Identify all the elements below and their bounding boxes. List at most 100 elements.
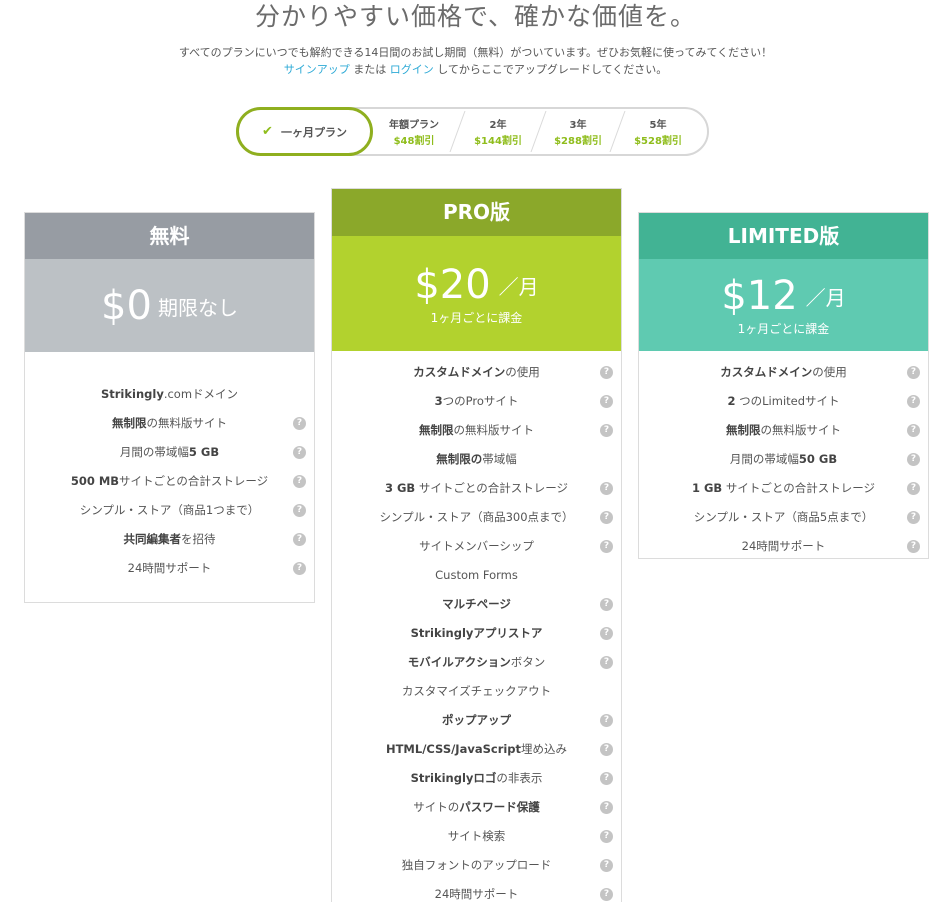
- plan-card-pro: PRO版 $20 ／月 1ヶ月ごとに課金 カスタムドメインの使用? 3つのProサイ…: [331, 188, 622, 902]
- period-option-label: 一ヶ月プラン: [280, 125, 347, 139]
- feature-row: サイトのパスワード保護?: [332, 793, 621, 822]
- feature-row: 無制限の無料版サイト?: [639, 416, 928, 445]
- help-icon[interactable]: ?: [600, 801, 613, 814]
- feature-highlight: 無制限の: [436, 452, 483, 466]
- feature-text: シンプル・ストア（商品1つまで）: [79, 503, 260, 517]
- feature-highlight: 無制限: [419, 423, 454, 437]
- feature-text: サイトの: [413, 800, 460, 814]
- feature-highlight: モバイルアクション: [407, 655, 511, 669]
- period-option-label: 2年: [489, 120, 507, 131]
- period-option-discount: $144割引: [474, 136, 522, 147]
- help-icon[interactable]: ?: [600, 743, 613, 756]
- feature-highlight: Strikinglyロゴ: [410, 771, 497, 785]
- help-icon[interactable]: ?: [293, 417, 306, 430]
- plan-name: LIMITED版: [639, 213, 928, 259]
- help-icon[interactable]: ?: [907, 453, 920, 466]
- price-amount: $0: [101, 283, 152, 329]
- help-icon[interactable]: ?: [907, 482, 920, 495]
- feature-text: シンプル・ストア（商品300点まで）: [379, 510, 574, 524]
- feature-row: Strikinglyロゴの非表示?: [332, 764, 621, 793]
- period-option-discount: $48割引: [393, 136, 435, 147]
- help-icon[interactable]: ?: [293, 562, 306, 575]
- help-icon[interactable]: ?: [293, 446, 306, 459]
- feature-row: 24時間サポート?: [25, 554, 314, 583]
- help-icon[interactable]: ?: [600, 540, 613, 553]
- help-icon[interactable]: ?: [600, 859, 613, 872]
- feature-text: シンプル・ストア（商品5点まで）: [693, 510, 874, 524]
- feature-text: 埋め込み: [521, 742, 568, 756]
- feature-highlight: マルチページ: [442, 597, 511, 611]
- feature-text: 24時間サポート: [127, 561, 212, 575]
- feature-text: サイトごとの合計ストレージ: [722, 481, 876, 495]
- help-icon[interactable]: ?: [600, 656, 613, 669]
- feature-text: の使用: [505, 365, 540, 379]
- billing-note: 1ヶ月ごとに課金: [737, 322, 830, 336]
- help-icon[interactable]: ?: [907, 424, 920, 437]
- help-icon[interactable]: ?: [907, 395, 920, 408]
- feature-text: の無料版サイト: [453, 423, 535, 437]
- feature-highlight: ポップアップ: [442, 713, 511, 727]
- help-icon[interactable]: ?: [600, 424, 613, 437]
- plan-price: $20 ／月 1ヶ月ごとに課金: [332, 236, 621, 351]
- help-icon[interactable]: ?: [907, 366, 920, 379]
- feature-row: モバイルアクションボタン?: [332, 648, 621, 677]
- help-icon[interactable]: ?: [907, 540, 920, 553]
- feature-text: カスタマイズチェックアウト: [401, 684, 552, 698]
- feature-text: サイト検索: [447, 829, 506, 843]
- feature-list: カスタムドメインの使用? 2 つのLimitedサイト? 無制限の無料版サイト? 月間…: [639, 351, 928, 561]
- price-amount: $20: [414, 262, 491, 308]
- help-icon[interactable]: ?: [600, 888, 613, 901]
- period-option-annual[interactable]: 年額プラン $48割引: [376, 109, 452, 154]
- feature-row: ポップアップ?: [332, 706, 621, 735]
- help-icon[interactable]: ?: [293, 504, 306, 517]
- feature-highlight: 無制限: [726, 423, 761, 437]
- feature-row: 独自フォントのアップロード?: [332, 851, 621, 880]
- help-icon[interactable]: ?: [600, 772, 613, 785]
- feature-row: サイトメンバーシップ?: [332, 532, 621, 561]
- help-icon[interactable]: ?: [600, 714, 613, 727]
- plan-card-free: 無料 $0 期限なし Strikingly.comドメイン 無制限の無料版サイト? 月…: [24, 212, 315, 603]
- feature-text: の使用: [812, 365, 847, 379]
- help-icon[interactable]: ?: [600, 366, 613, 379]
- plan-name: PRO版: [332, 189, 621, 236]
- feature-row: Strikinglyアプリストア?: [332, 619, 621, 648]
- help-icon[interactable]: ?: [907, 511, 920, 524]
- feature-text: つのProサイト: [442, 394, 519, 408]
- feature-highlight: HTML/CSS/JavaScript: [385, 742, 522, 756]
- help-icon[interactable]: ?: [293, 475, 306, 488]
- help-icon[interactable]: ?: [293, 533, 306, 546]
- trial-description: すべてのプランにいつでも解約できる14日間のお試し期間（無料）がついています。ぜ…: [178, 46, 773, 59]
- period-option-2-years[interactable]: 2年 $144割引: [460, 109, 536, 154]
- feature-highlight: カスタムドメイン: [720, 365, 813, 379]
- period-option-3-years[interactable]: 3年 $288割引: [540, 109, 616, 154]
- feature-row: Strikingly.comドメイン: [25, 380, 314, 409]
- help-icon[interactable]: ?: [600, 598, 613, 611]
- feature-text: 24時間サポート: [434, 887, 519, 901]
- login-link[interactable]: ログイン: [390, 63, 434, 76]
- help-icon[interactable]: ?: [600, 482, 613, 495]
- feature-row: 2 つのLimitedサイト?: [639, 387, 928, 416]
- feature-row: カスタムドメインの使用?: [639, 358, 928, 387]
- feature-row: 無制限の帯域幅: [332, 445, 621, 474]
- feature-row: 1 GB サイトごとの合計ストレージ?: [639, 474, 928, 503]
- help-icon[interactable]: ?: [600, 830, 613, 843]
- period-option-5-years[interactable]: 5年 $528割引: [620, 109, 696, 154]
- feature-text: を招待: [181, 532, 216, 546]
- feature-highlight: パスワード保護: [459, 800, 540, 814]
- price-period: ／月: [498, 274, 539, 299]
- help-icon[interactable]: ?: [600, 511, 613, 524]
- feature-highlight: 3 GB: [384, 481, 416, 495]
- signup-link[interactable]: サインアップ: [284, 63, 350, 76]
- feature-text: ボタン: [510, 655, 546, 669]
- period-option-monthly[interactable]: ✔ 一ヶ月プラン: [236, 107, 373, 156]
- help-icon[interactable]: ?: [600, 395, 613, 408]
- help-icon[interactable]: ?: [600, 627, 613, 640]
- feature-text: サイトメンバーシップ: [419, 539, 534, 553]
- feature-text: 月間の帯域幅: [729, 452, 799, 466]
- feature-text: サイトごとの合計ストレージ: [415, 481, 569, 495]
- feature-row: 24時間サポート?: [639, 532, 928, 561]
- billing-period-toggle: ✔ 一ヶ月プラン 年額プラン $48割引 2年 $144割引 3年 $288割引…: [236, 107, 709, 156]
- feature-text: の無料版サイト: [146, 416, 228, 430]
- period-option-discount: $288割引: [554, 136, 602, 147]
- price-amount: $12: [721, 273, 798, 319]
